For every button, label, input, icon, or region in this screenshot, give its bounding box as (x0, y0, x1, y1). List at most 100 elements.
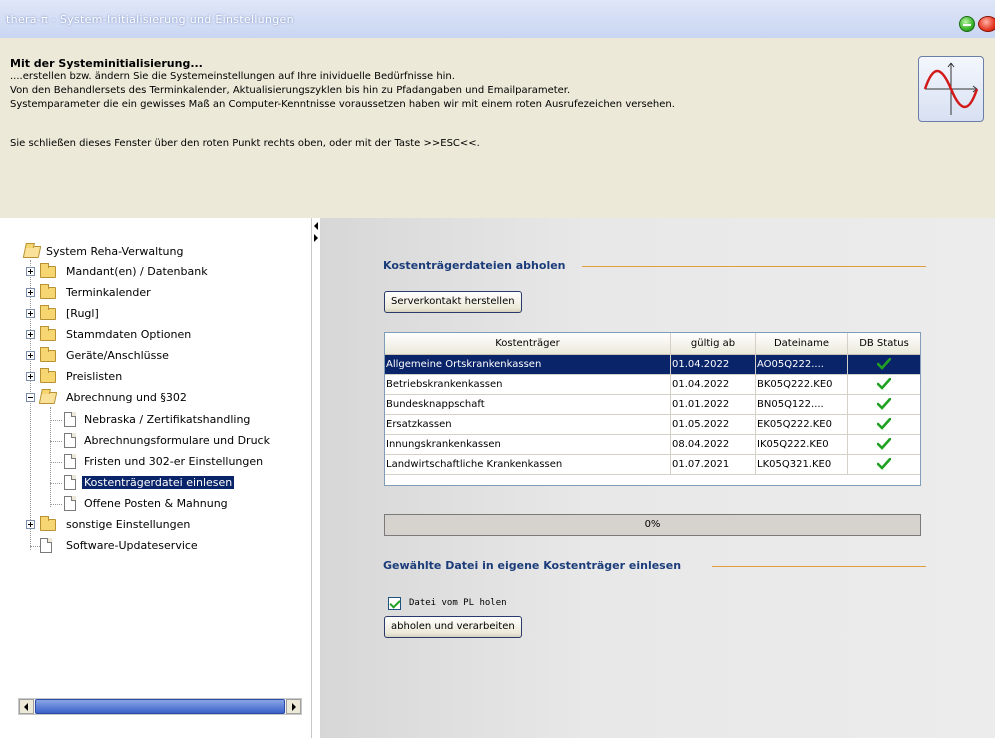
tree-item-label: [Rugl] (66, 307, 99, 320)
expand-icon[interactable] (26, 372, 35, 381)
content-panel: Kostenträgerdateien abholen Serverkontak… (320, 218, 995, 738)
table-row[interactable]: Bundesknappschaft 01.01.2022 BN05Q122.... (385, 395, 920, 415)
cell-db-status (848, 375, 920, 394)
info-line-3: Systemparameter die ein gewisses Maß an … (10, 99, 675, 110)
check-icon (877, 398, 891, 410)
expand-icon[interactable] (26, 351, 35, 360)
table-row[interactable]: Innungskrankenkassen 08.04.2022 IK05Q222.K… (385, 435, 920, 455)
cell-gueltig-ab: 01.04.2022 (671, 355, 756, 374)
sine-wave-logo-icon (918, 56, 984, 122)
cell-db-status (848, 435, 920, 454)
expand-icon[interactable] (26, 330, 35, 339)
info-line-2: Von den Behandlersets des Terminkalender… (10, 85, 571, 96)
cell-kostentraeger: Ersatzkassen (385, 415, 671, 434)
folder-icon (40, 284, 56, 299)
section-title-einlesen: Gewählte Datei in eigene Kostenträger ei… (383, 559, 682, 572)
check-icon (877, 418, 891, 430)
progress-bar: 0% (384, 514, 921, 536)
document-icon (64, 412, 76, 427)
minimize-button[interactable] (959, 16, 975, 32)
cell-dateiname: BN05Q122.... (756, 395, 848, 414)
expand-icon[interactable] (26, 309, 35, 318)
check-icon (877, 458, 891, 470)
cell-db-status (848, 415, 920, 434)
info-header: Mit der Systeminitialisierung... ....ers… (0, 38, 995, 218)
check-icon (877, 358, 891, 370)
tree-horizontal-scrollbar[interactable] (18, 698, 302, 715)
section-divider (582, 266, 926, 267)
tree-connector (30, 260, 31, 550)
expand-icon[interactable] (26, 520, 35, 529)
tree-item-label: Preislisten (66, 370, 123, 383)
kostentraeger-table[interactable]: Kostenträger gültig ab Dateiname DB Stat… (384, 332, 921, 486)
tree-child-label: Kostenträgerdatei einlesen (82, 476, 235, 489)
column-header-dateiname[interactable]: Dateiname (756, 333, 848, 355)
settings-tree-panel: System Reha-Verwaltung Mandant(en) / Dat… (0, 218, 312, 738)
cell-db-status (848, 355, 920, 374)
cell-kostentraeger: Betriebskrankenkassen (385, 375, 671, 394)
cell-kostentraeger: Bundesknappschaft (385, 395, 671, 414)
collapse-left-icon[interactable] (314, 222, 318, 230)
cell-gueltig-ab: 08.04.2022 (671, 435, 756, 454)
scroll-right-icon[interactable] (286, 699, 301, 714)
tree-connector (50, 407, 51, 507)
expand-icon[interactable] (26, 267, 35, 276)
title-bar: thera-π - System-Initialisierung und Ein… (0, 0, 995, 38)
close-button[interactable] (978, 16, 995, 32)
cell-dateiname: LK05Q321.KE0 (756, 455, 848, 474)
scroll-left-icon[interactable] (19, 699, 34, 714)
tree-child-label: Fristen und 302-er Einstellungen (84, 455, 264, 468)
tree-item-label: Software-Updateservice (66, 539, 198, 552)
tree-child-label: Nebraska / Zertifikatshandling (84, 413, 251, 426)
cell-kostentraeger: Landwirtschaftliche Krankenkassen (385, 455, 671, 474)
table-row[interactable]: Betriebskrankenkassen 01.04.2022 BK05Q222.… (385, 375, 920, 395)
cell-gueltig-ab: 01.04.2022 (671, 375, 756, 394)
info-heading: Mit der Systeminitialisierung... (10, 57, 203, 70)
column-header-kostentraeger[interactable]: Kostenträger (385, 333, 671, 355)
folder-icon (40, 263, 56, 278)
pl-holen-checkbox[interactable] (388, 597, 401, 610)
tree-item-label: Mandant(en) / Datenbank (66, 265, 208, 278)
document-icon (64, 475, 76, 490)
cell-dateiname: AO05Q222.... (756, 355, 848, 374)
info-line-1: ....erstellen bzw. ändern Sie die System… (10, 71, 455, 82)
window-title: thera-π - System-Initialisierung und Ein… (6, 13, 294, 26)
table-row[interactable]: Landwirtschaftliche Krankenkassen 01.07.2… (385, 455, 920, 475)
expand-right-icon[interactable] (314, 234, 318, 242)
cell-dateiname: IK05Q222.KE0 (756, 435, 848, 454)
section-divider (712, 566, 926, 567)
cell-kostentraeger: Innungskrankenkassen (385, 435, 671, 454)
serverkontakt-button[interactable]: Serverkontakt herstellen (384, 291, 522, 313)
collapse-icon[interactable] (26, 393, 35, 402)
abholen-verarbeiten-button[interactable]: abholen und verarbeiten (384, 616, 522, 638)
document-icon (64, 496, 76, 511)
cell-gueltig-ab: 01.05.2022 (671, 415, 756, 434)
table-row[interactable]: Ersatzkassen 01.05.2022 EK05Q222.KE0 (385, 415, 920, 435)
cell-kostentraeger: Allgemeine Ortskrankenkassen (385, 355, 671, 374)
tree-child-label: Offene Posten & Mahnung (84, 497, 228, 510)
tree-root-label: System Reha-Verwaltung (46, 245, 184, 258)
folder-icon (40, 347, 56, 362)
open-folder-icon (38, 392, 58, 404)
section-title-abholen: Kostenträgerdateien abholen (383, 259, 566, 272)
expand-icon[interactable] (26, 288, 35, 297)
column-header-db-status[interactable]: DB Status (848, 333, 920, 355)
scrollbar-thumb[interactable] (35, 699, 285, 714)
folder-icon (40, 368, 56, 383)
check-icon (877, 378, 891, 390)
document-icon (64, 454, 76, 469)
tree-item-label: Abrechnung und §302 (66, 391, 187, 404)
tree-item-label: Stammdaten Optionen (66, 328, 192, 341)
folder-icon (40, 326, 56, 341)
tree-child-label: Abrechnungsformulare und Druck (84, 434, 270, 447)
cell-db-status (848, 395, 920, 414)
panel-splitter[interactable] (312, 218, 320, 738)
document-icon (64, 433, 76, 448)
cell-dateiname: EK05Q222.KE0 (756, 415, 848, 434)
column-header-gueltig-ab[interactable]: gültig ab (671, 333, 756, 355)
info-line-4: Sie schließen dieses Fenster über den ro… (10, 138, 480, 149)
table-row[interactable]: Allgemeine Ortskrankenkassen 01.04.2022 AO… (385, 355, 920, 375)
tree-item-label: sonstige Einstellungen (66, 518, 191, 531)
cell-dateiname: BK05Q222.KE0 (756, 375, 848, 394)
pl-holen-label: Datei vom PL holen (409, 598, 507, 608)
